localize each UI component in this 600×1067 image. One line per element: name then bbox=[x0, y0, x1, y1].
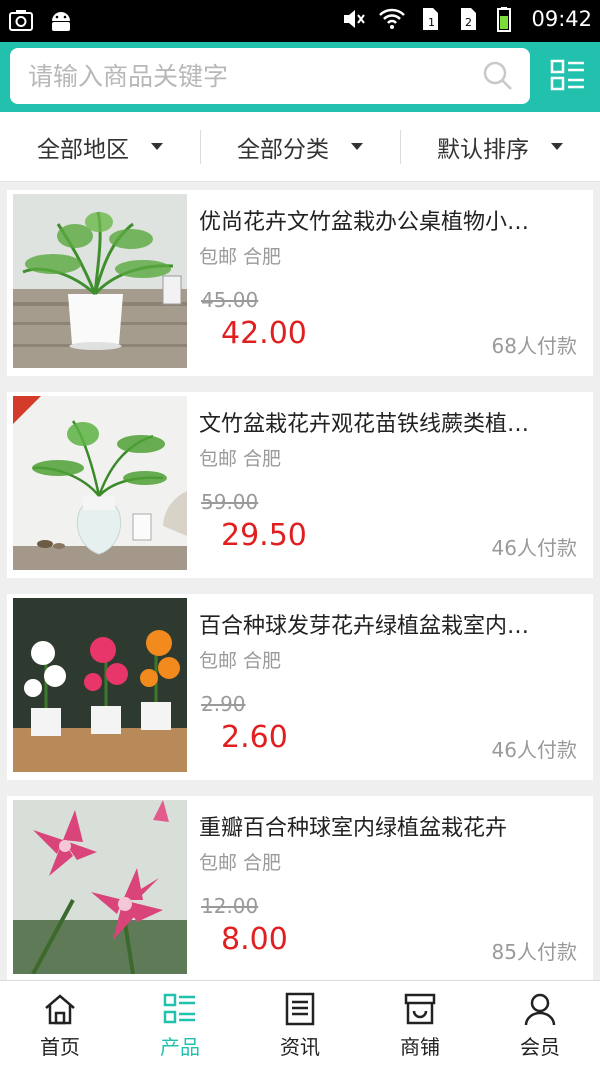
sim1-icon: 1 bbox=[423, 8, 439, 30]
filter-region[interactable]: 全部地区 bbox=[0, 112, 200, 181]
sold-count: 46人付款 bbox=[491, 536, 577, 560]
product-tags: 包邮 合肥 bbox=[199, 246, 282, 268]
product-title[interactable]: 百合种球发芽花卉绿植盆栽室内… bbox=[199, 608, 579, 640]
filter-sort-label: 默认排序 bbox=[437, 136, 529, 163]
tab-news-label: 资讯 bbox=[280, 1035, 320, 1059]
product-image bbox=[13, 598, 187, 772]
status-bar: 1 2 09:42 bbox=[0, 0, 600, 42]
product-title[interactable]: 文竹盆栽花卉观花苗铁线蕨类植… bbox=[199, 406, 579, 438]
tab-home[interactable]: 首页 bbox=[0, 981, 120, 1067]
original-price: 2.90 bbox=[201, 692, 246, 716]
filter-region-label: 全部地区 bbox=[37, 136, 129, 163]
product-title[interactable]: 优尚花卉文竹盆栽办公桌植物小… bbox=[199, 204, 579, 236]
product-tags: 包邮 合肥 bbox=[199, 650, 282, 672]
tab-member[interactable]: 会员 bbox=[480, 981, 600, 1067]
status-left bbox=[8, 8, 74, 34]
mute-icon bbox=[344, 10, 366, 28]
product-image bbox=[13, 396, 187, 570]
sale-price: 2.60 bbox=[221, 720, 288, 755]
filter-category[interactable]: 全部分类 bbox=[200, 112, 400, 181]
tab-home-label: 首页 bbox=[40, 1035, 80, 1059]
tab-shop-label: 商铺 bbox=[400, 1035, 440, 1059]
caret-down-icon bbox=[151, 143, 163, 150]
sale-price: 8.00 bbox=[221, 922, 288, 957]
search-box[interactable] bbox=[10, 48, 530, 104]
status-right: 1 2 09:42 bbox=[341, 6, 592, 32]
tab-news[interactable]: 资讯 bbox=[240, 981, 360, 1067]
tab-products[interactable]: 产品 bbox=[120, 981, 240, 1067]
product-list-icon bbox=[163, 993, 195, 1024]
tab-products-label: 产品 bbox=[160, 1035, 200, 1059]
caret-down-icon bbox=[351, 143, 363, 150]
sold-count: 85人付款 bbox=[491, 940, 577, 964]
product-card[interactable]: 优尚花卉文竹盆栽办公桌植物小… 包邮 合肥 45.00 42.00 68人付款 bbox=[7, 190, 593, 376]
original-price: 59.00 bbox=[201, 490, 259, 514]
home-icon bbox=[45, 994, 75, 1025]
member-icon bbox=[524, 993, 556, 1026]
original-price: 12.00 bbox=[201, 894, 259, 918]
wifi-icon bbox=[379, 8, 406, 29]
filter-category-label: 全部分类 bbox=[237, 136, 329, 163]
battery-icon bbox=[497, 7, 512, 32]
android-icon bbox=[52, 12, 70, 31]
search-input[interactable] bbox=[28, 56, 468, 96]
svg-text:2: 2 bbox=[465, 16, 472, 29]
header bbox=[0, 42, 600, 112]
product-tags: 包邮 合肥 bbox=[199, 852, 282, 874]
sale-price: 29.50 bbox=[221, 518, 307, 553]
filter-bar: 全部地区 全部分类 默认排序 bbox=[0, 112, 600, 182]
product-image bbox=[13, 194, 187, 368]
caret-down-icon bbox=[551, 143, 563, 150]
bottom-tab-bar: 首页 产品 资讯 商铺 会员 bbox=[0, 980, 600, 1067]
sim2-icon: 2 bbox=[461, 8, 477, 30]
product-card[interactable]: 百合种球发芽花卉绿植盆栽室内… 包邮 合肥 2.90 2.60 46人付款 bbox=[7, 594, 593, 780]
original-price: 45.00 bbox=[201, 288, 259, 312]
filter-sort[interactable]: 默认排序 bbox=[400, 112, 600, 181]
shop-icon bbox=[404, 993, 436, 1025]
tab-member-label: 会员 bbox=[520, 1035, 560, 1059]
list-menu-icon[interactable] bbox=[550, 58, 586, 94]
product-card[interactable]: 重瓣百合种球室内绿植盆栽花卉 包邮 合肥 12.00 8.00 85人付款 bbox=[7, 796, 593, 982]
search-icon[interactable] bbox=[482, 60, 514, 92]
clock: 09:42 bbox=[531, 7, 592, 31]
sold-count: 68人付款 bbox=[491, 334, 577, 358]
product-list: 优尚花卉文竹盆栽办公桌植物小… 包邮 合肥 45.00 42.00 68人付款 bbox=[7, 190, 593, 998]
product-title[interactable]: 重瓣百合种球室内绿植盆栽花卉 bbox=[199, 810, 579, 842]
product-card[interactable]: 文竹盆栽花卉观花苗铁线蕨类植… 包邮 合肥 59.00 29.50 46人付款 bbox=[7, 392, 593, 578]
product-image bbox=[13, 800, 187, 974]
product-tags: 包邮 合肥 bbox=[199, 448, 282, 470]
sale-price: 42.00 bbox=[221, 316, 307, 351]
news-icon bbox=[285, 992, 315, 1026]
sold-count: 46人付款 bbox=[491, 738, 577, 762]
screenshot-icon bbox=[9, 10, 33, 31]
svg-text:1: 1 bbox=[428, 16, 435, 29]
tab-shop[interactable]: 商铺 bbox=[360, 981, 480, 1067]
